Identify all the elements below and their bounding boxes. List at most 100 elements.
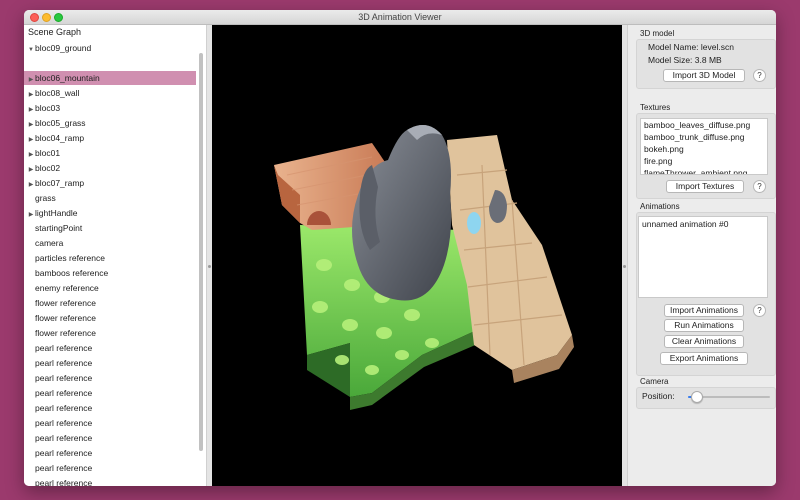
textures-list[interactable]: bamboo_leaves_diffuse.png bamboo_trunk_d… [640, 118, 768, 175]
scene-graph-item[interactable] [24, 56, 196, 70]
camera-position-slider[interactable] [688, 391, 770, 403]
camera-position-label: Position: [642, 391, 675, 401]
texture-item[interactable]: flameThrower_ambient.png [641, 167, 767, 174]
scene-graph-item[interactable]: ▶ bloc08_wall [24, 86, 196, 100]
scene-graph-item[interactable]: grass [24, 191, 196, 205]
scene-graph-item[interactable]: particles reference [24, 251, 196, 265]
export-animations-button[interactable]: Export Animations [660, 352, 748, 365]
texture-item[interactable]: bamboo_leaves_diffuse.png [641, 119, 767, 131]
disclosure-open-icon[interactable]: ▼ [27, 43, 35, 57]
scene-graph-item-label: grass [35, 193, 56, 203]
scene-graph-header: Scene Graph [28, 27, 82, 37]
scene-graph-item-label: pearl reference [35, 478, 93, 486]
camera-section-title: Camera [640, 377, 669, 386]
split-grip-icon [623, 265, 626, 268]
scene-graph-item[interactable]: flower reference [24, 311, 196, 325]
scene-graph-item[interactable]: enemy reference [24, 281, 196, 295]
animations-help-button[interactable]: ? [753, 304, 766, 317]
split-grip-icon [208, 265, 211, 268]
scene-graph-item[interactable]: ▶ bloc04_ramp [24, 131, 196, 145]
model-size-text: Model Size: 3.8 MB [648, 55, 722, 65]
import-3d-model-button[interactable]: Import 3D Model [663, 69, 745, 82]
scene-graph-item-label: bloc07_ramp [35, 178, 85, 188]
disclosure-closed-icon[interactable]: ▶ [27, 118, 35, 132]
scene-graph-item-label: pearl reference [35, 403, 93, 413]
scene-graph-item-label: pearl reference [35, 463, 93, 473]
app-window: 3D Animation Viewer Scene Graph ▼bloc09_… [24, 10, 776, 486]
disclosure-closed-icon[interactable]: ▶ [27, 133, 35, 147]
scene-graph-item[interactable]: pearl reference [24, 446, 196, 460]
scene-graph-item[interactable]: flower reference [24, 326, 196, 340]
scene-graph-item[interactable]: camera [24, 236, 196, 250]
scene-graph-item[interactable]: bamboos reference [24, 266, 196, 280]
scene-graph-item-label: bloc09_ground [35, 43, 92, 53]
model-section-title: 3D model [640, 29, 675, 38]
model-help-button[interactable]: ? [753, 69, 766, 82]
scene-graph-item[interactable]: pearl reference [24, 356, 196, 370]
scene-graph-item-label: bloc01 [35, 148, 61, 158]
scene-graph-item-label: pearl reference [35, 388, 93, 398]
disclosure-closed-icon[interactable]: ▶ [27, 88, 35, 102]
scene-graph-item[interactable]: pearl reference [24, 341, 196, 355]
scene-graph-item[interactable]: ▶ bloc03 [24, 101, 196, 115]
disclosure-closed-icon[interactable]: ▶ [27, 73, 35, 87]
scene-graph-item-label: startingPoint [35, 223, 83, 233]
clear-animations-button[interactable]: Clear Animations [664, 335, 744, 348]
scene-graph-item[interactable]: ▶ bloc07_ramp [24, 176, 196, 190]
scene-graph-item-label: bamboos reference [35, 268, 109, 278]
scene-graph-scrollbar[interactable] [199, 53, 203, 451]
scene-graph-item-label: bloc08_wall [35, 88, 80, 98]
scene-graph-item[interactable]: startingPoint [24, 221, 196, 235]
scene-graph-item[interactable]: pearl reference [24, 401, 196, 415]
scene-graph-item-label: lightHandle [35, 208, 78, 218]
scene-graph-item-label: pearl reference [35, 448, 93, 458]
texture-item[interactable]: bamboo_trunk_diffuse.png [641, 131, 767, 143]
title-bar[interactable]: 3D Animation Viewer [24, 10, 776, 25]
scene-graph-item-label: pearl reference [35, 358, 93, 368]
scene-graph-item-label: bloc03 [35, 103, 61, 113]
scene-graph-item[interactable]: ▶ bloc01 [24, 146, 196, 160]
scene-graph-item[interactable]: pearl reference [24, 431, 196, 445]
scene-graph-item[interactable]: ▼bloc09_ground [24, 41, 196, 55]
animations-list[interactable]: unnamed animation #0 [638, 216, 768, 298]
scene-graph-item[interactable]: pearl reference [24, 461, 196, 475]
import-textures-button[interactable]: Import Textures [666, 180, 744, 193]
run-animations-button[interactable]: Run Animations [664, 319, 744, 332]
scene-graph-item[interactable]: pearl reference [24, 371, 196, 385]
scene-graph-item-label: pearl reference [35, 373, 93, 383]
scene-graph-item-label: pearl reference [35, 343, 93, 353]
scene-graph-item-label: camera [35, 238, 64, 248]
scene-graph-item-label: flower reference [35, 313, 96, 323]
scene-graph-item-label: particles reference [35, 253, 105, 263]
scene-graph-item[interactable]: ▶ lightHandle [24, 206, 196, 220]
texture-item[interactable]: fire.png [641, 155, 767, 167]
scene-graph-item-label: bloc04_ramp [35, 133, 85, 143]
animation-item[interactable]: unnamed animation #0 [639, 218, 767, 230]
disclosure-closed-icon[interactable]: ▶ [27, 163, 35, 177]
animations-section-title: Animations [640, 202, 680, 211]
disclosure-closed-icon[interactable]: ▶ [27, 178, 35, 192]
scene-graph-item-label: bloc02 [35, 163, 61, 173]
scene-graph-panel: Scene Graph ▼bloc09_ground ▶ bloc06_mounta… [24, 25, 207, 486]
scene-graph-item[interactable]: flower reference [24, 296, 196, 310]
scene-viewport[interactable] [212, 25, 622, 486]
scene-graph-item[interactable]: ▶ bloc06_mountain [24, 71, 196, 85]
import-animations-button[interactable]: Import Animations [664, 304, 744, 317]
texture-item[interactable]: bokeh.png [641, 143, 767, 155]
scene-graph-item[interactable]: pearl reference [24, 416, 196, 430]
scene-graph-item-label: flower reference [35, 328, 96, 338]
textures-section-title: Textures [640, 103, 671, 112]
scene-graph-item-label: flower reference [35, 298, 96, 308]
scene-render [274, 125, 574, 410]
disclosure-closed-icon[interactable]: ▶ [27, 103, 35, 117]
model-name-text: Model Name: level.scn [648, 42, 734, 52]
scene-graph-item[interactable]: pearl reference [24, 476, 196, 486]
scene-graph-item[interactable]: pearl reference [24, 386, 196, 400]
window-title: 3D Animation Viewer [358, 12, 442, 22]
scene-graph-item[interactable]: ▶ bloc02 [24, 161, 196, 175]
disclosure-closed-icon[interactable]: ▶ [27, 208, 35, 222]
textures-help-button[interactable]: ? [753, 180, 766, 193]
disclosure-closed-icon[interactable]: ▶ [27, 148, 35, 162]
scene-graph-item[interactable]: ▶ bloc05_grass [24, 116, 196, 130]
scene-graph-item-label: enemy reference [35, 283, 99, 293]
